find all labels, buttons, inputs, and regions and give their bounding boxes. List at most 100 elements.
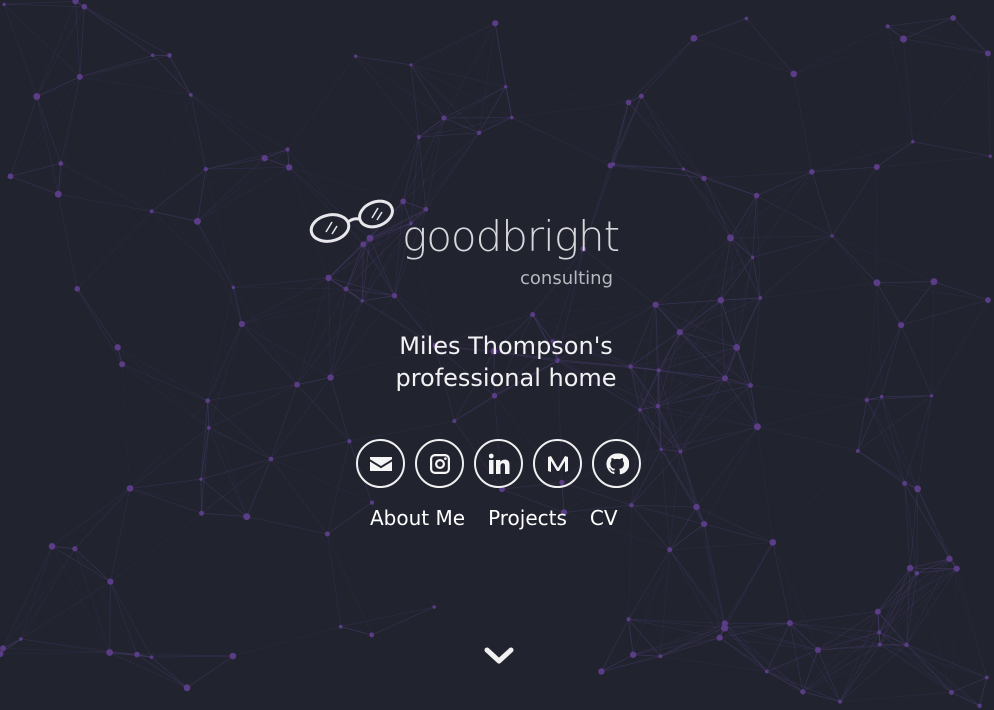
network-line (876, 155, 991, 168)
network-node (72, 0, 79, 5)
network-line (57, 194, 78, 289)
network-line (906, 644, 980, 707)
email-link[interactable] (356, 439, 405, 488)
network-line (84, 6, 153, 56)
network-line (660, 622, 726, 657)
network-node (658, 654, 663, 659)
network-node (721, 624, 729, 632)
network-line (817, 611, 879, 651)
network-line (129, 488, 202, 514)
network-line (917, 395, 933, 489)
network-node (207, 426, 211, 430)
network-line (900, 281, 935, 326)
network-node (716, 634, 723, 641)
network-node (897, 321, 905, 329)
network-line (232, 626, 341, 657)
network-line (246, 458, 272, 517)
network-node (243, 513, 251, 521)
network-line (730, 237, 753, 258)
network-node (48, 542, 56, 550)
nav-about-link[interactable]: About Me (370, 506, 465, 530)
network-line (683, 168, 753, 258)
network-node (690, 34, 698, 42)
network-line (730, 195, 757, 239)
network-line (36, 96, 59, 195)
network-node (877, 642, 882, 647)
network-line (628, 37, 695, 103)
network-line (979, 677, 988, 706)
network-node (988, 154, 992, 158)
network-node (231, 285, 236, 290)
network-node (638, 93, 644, 99)
network-line (878, 573, 918, 633)
network-line (703, 171, 812, 179)
network-line (693, 18, 747, 39)
linkedin-link[interactable] (474, 439, 523, 488)
network-line (766, 631, 880, 672)
network-line (951, 568, 958, 693)
network-line (190, 94, 288, 150)
chevron-down-icon[interactable] (484, 646, 514, 666)
network-line (724, 622, 790, 629)
network-node (347, 439, 352, 444)
network-node (409, 63, 413, 67)
network-line (20, 546, 53, 640)
network-node (54, 190, 62, 198)
network-line (270, 458, 328, 535)
network-node (638, 408, 642, 412)
network-node (914, 570, 920, 576)
network-node (659, 447, 663, 451)
network-line (205, 169, 234, 288)
network-line (730, 235, 833, 239)
medium-link[interactable] (533, 439, 582, 488)
network-node (930, 394, 934, 398)
network-line (724, 542, 774, 629)
glasses-icon (309, 199, 394, 243)
network-line (197, 221, 234, 288)
github-link[interactable] (592, 439, 641, 488)
social-links (356, 439, 641, 488)
instagram-link[interactable] (415, 439, 464, 488)
network-node (873, 279, 881, 287)
network-line (3, 4, 38, 97)
network-node (874, 608, 881, 615)
network-node (753, 192, 760, 199)
network-node (885, 24, 890, 29)
network-line (772, 542, 819, 651)
network-node (530, 312, 536, 318)
network-line (601, 619, 629, 672)
network-node (838, 699, 843, 704)
network-node (476, 130, 482, 136)
network-line (987, 53, 991, 157)
network-line (811, 141, 913, 173)
linkedin-icon (488, 453, 509, 474)
network-line (912, 53, 989, 142)
network-node (830, 234, 834, 238)
network-line (151, 210, 198, 222)
network-node (984, 675, 989, 680)
goodbright-logo[interactable]: goodbright consulting (306, 196, 620, 300)
main-nav: About Me Projects CV (370, 506, 618, 530)
network-line (287, 56, 356, 150)
network-line (36, 6, 85, 97)
network-node (432, 605, 436, 609)
network-line (669, 541, 773, 551)
network-node (930, 278, 938, 286)
network-node (769, 539, 777, 546)
network-node (758, 296, 763, 300)
network-node (19, 637, 23, 641)
network-node (285, 164, 293, 171)
network-node (193, 217, 201, 225)
network-line (683, 168, 757, 196)
network-line (909, 488, 919, 569)
nav-cv-link[interactable]: CV (590, 506, 618, 530)
network-line (641, 95, 705, 179)
network-line (505, 86, 629, 103)
network-line (631, 504, 705, 525)
network-node (199, 477, 203, 481)
network-node (800, 689, 806, 695)
network-line (151, 157, 265, 212)
network-node (667, 547, 673, 553)
network-line (20, 581, 111, 640)
nav-projects-link[interactable]: Projects (488, 506, 567, 530)
